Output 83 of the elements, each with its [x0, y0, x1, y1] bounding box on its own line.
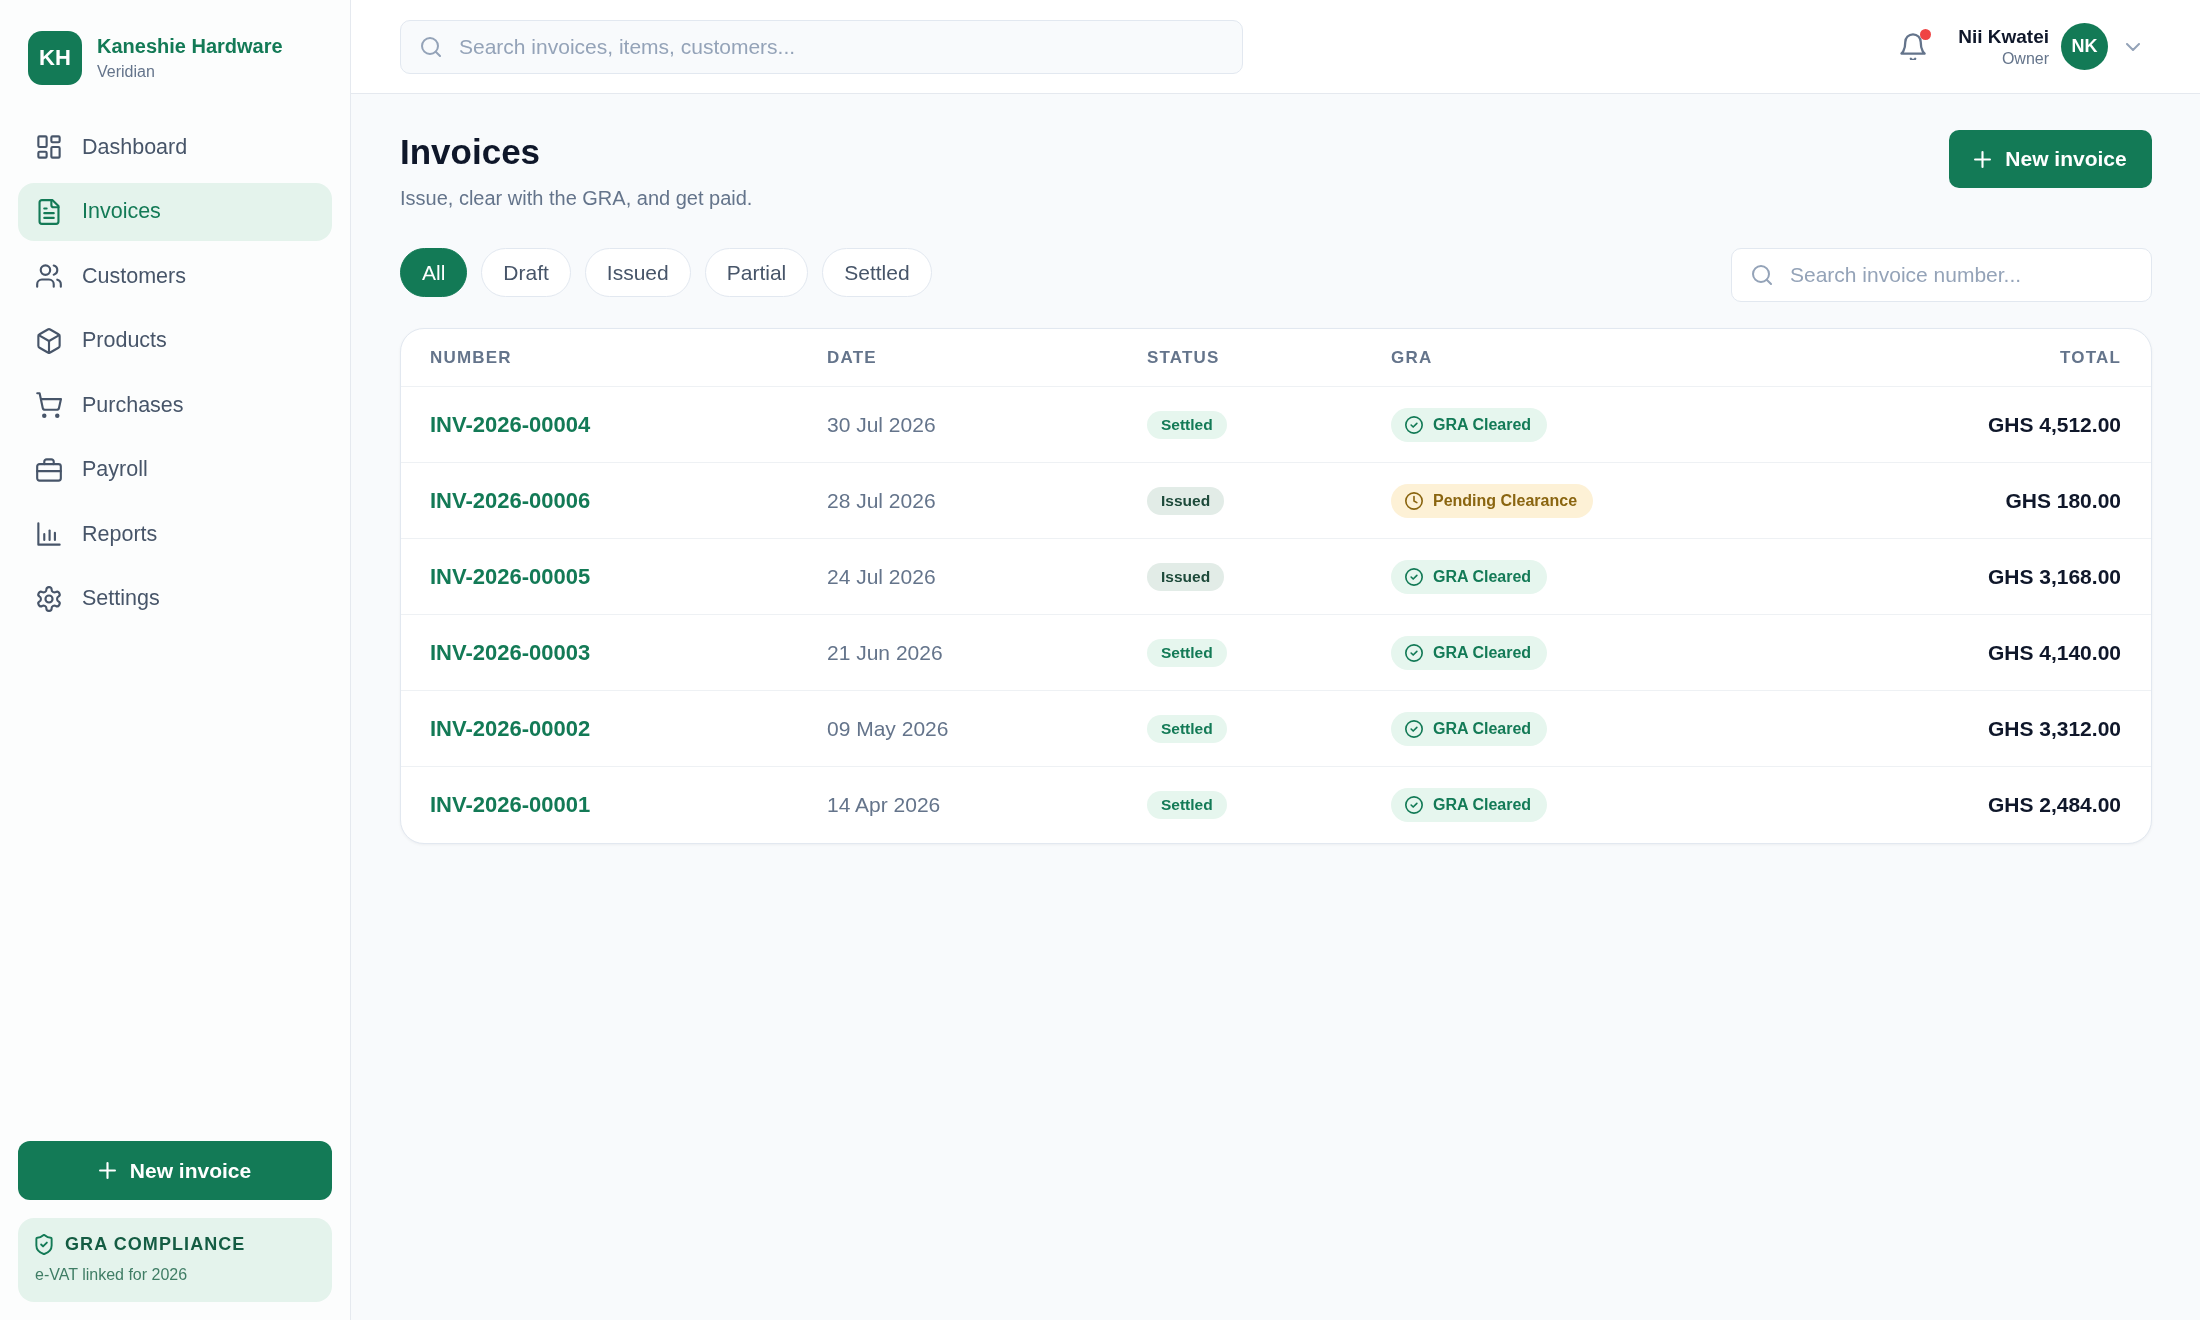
- brand-subtitle: Veridian: [97, 63, 155, 81]
- search-icon: [421, 36, 441, 57]
- check-circle-icon: [1405, 796, 1423, 814]
- status-badge: Settled: [1147, 410, 1227, 439]
- column-header: GRA: [1391, 347, 1433, 368]
- bar-chart-icon: [36, 521, 62, 547]
- check-circle-icon: [1405, 643, 1423, 662]
- status-badge: Issued: [1147, 562, 1225, 591]
- status-badge: Settled: [1147, 638, 1227, 667]
- new-invoice-button[interactable]: New invoice: [1949, 130, 2152, 188]
- column-header: DATE: [827, 347, 877, 368]
- nav-item[interactable]: Payroll: [18, 440, 332, 499]
- shield-check-icon: [35, 1234, 53, 1255]
- invoice-date: 28 Jul 2026: [827, 488, 936, 513]
- invoice-date: 09 May 2026: [827, 716, 949, 741]
- invoice-link[interactable]: INV-2026-00001: [430, 792, 591, 818]
- briefcase-icon: [36, 456, 62, 483]
- column-header: NUMBER: [430, 347, 512, 368]
- column-header: TOTAL: [2059, 347, 2121, 368]
- invoice-date: 30 Jul 2026: [827, 412, 936, 437]
- user-avatar[interactable]: NK: [2061, 23, 2108, 70]
- status-badge: Settled: [1147, 714, 1227, 743]
- compliance-title: GRA COMPLIANCE: [65, 1234, 246, 1255]
- gra-status-text: GRA Cleared: [1433, 415, 1532, 434]
- invoice-date: 24 Jul 2026: [827, 564, 936, 589]
- invoice-date: 21 Jun 2026: [827, 640, 943, 665]
- plus-icon: [98, 1162, 116, 1179]
- bell-icon[interactable]: [1900, 33, 1927, 60]
- filter-tab[interactable]: Issued: [584, 248, 691, 297]
- nav-item[interactable]: Reports: [18, 505, 332, 563]
- chevron-down-icon[interactable]: [2126, 42, 2140, 51]
- gra-status-text: Pending Clearance: [1433, 491, 1578, 510]
- document-icon: [36, 198, 62, 225]
- cart-icon: [36, 392, 62, 418]
- compliance-text: e-VAT linked for 2026: [35, 1266, 188, 1284]
- cube-icon: [36, 327, 62, 354]
- invoice-total: GHS 4,140.00: [1987, 640, 2121, 665]
- invoice-date: 14 Apr 2026: [827, 793, 941, 817]
- filter-tab[interactable]: Settled: [822, 248, 932, 297]
- status-badge: Settled: [1147, 791, 1227, 819]
- invoice-link[interactable]: INV-2026-00003: [430, 639, 591, 666]
- clock-icon: [1405, 491, 1423, 510]
- nav-item[interactable]: Purchases: [18, 376, 332, 434]
- nav-item[interactable]: Customers: [18, 247, 332, 305]
- brand-logo: KH: [28, 31, 82, 85]
- nav-item[interactable]: Dashboard: [18, 118, 332, 176]
- invoice-total: GHS 4,512.00: [1987, 412, 2121, 437]
- invoice-total: GHS 3,312.00: [1987, 716, 2121, 741]
- search-icon: [1752, 265, 1772, 285]
- settings-icon: [36, 585, 62, 612]
- check-circle-icon: [1405, 415, 1423, 434]
- gra-status-text: GRA Cleared: [1433, 796, 1532, 814]
- brand-name: Kaneshie Hardware: [97, 35, 283, 58]
- new-invoice-button[interactable]: New invoice: [18, 1141, 332, 1200]
- people-icon: [36, 263, 62, 289]
- invoice-link[interactable]: INV-2026-00006: [430, 487, 591, 514]
- user-name: Nii Kwatei: [1958, 25, 2049, 48]
- page-subtitle: Issue, clear with the GRA, and get paid.: [400, 186, 753, 211]
- search-field[interactable]: Search invoices, items, customers...: [400, 19, 1243, 74]
- gra-status-text: GRA Cleared: [1433, 719, 1532, 738]
- check-circle-icon: [1405, 567, 1423, 586]
- column-header: STATUS: [1147, 347, 1220, 368]
- invoice-link[interactable]: INV-2026-00002: [430, 715, 591, 742]
- nav-item[interactable]: Invoices: [18, 182, 332, 241]
- status-badge: Issued: [1147, 486, 1225, 515]
- invoice-total: GHS 3,168.00: [1987, 564, 2121, 589]
- plus-icon: [1974, 150, 1992, 168]
- check-circle-icon: [1405, 719, 1423, 738]
- nav-item[interactable]: Products: [18, 311, 332, 370]
- invoice-link[interactable]: INV-2026-00005: [430, 563, 591, 590]
- invoice-total: GHS 2,484.00: [1987, 793, 2121, 817]
- grid-icon: [36, 134, 62, 160]
- page-title: Invoices: [400, 131, 541, 173]
- invoice-link[interactable]: INV-2026-00004: [430, 411, 591, 438]
- filter-tab[interactable]: All: [400, 248, 468, 297]
- invoice-search-field[interactable]: Search invoice number...: [1731, 248, 2152, 302]
- filter-tab[interactable]: Draft: [481, 248, 571, 297]
- filter-tab[interactable]: Partial: [704, 248, 809, 297]
- user-role: Owner: [2001, 49, 2049, 68]
- nav-item[interactable]: Settings: [18, 569, 332, 628]
- gra-status-text: GRA Cleared: [1433, 643, 1532, 662]
- gra-status-text: GRA Cleared: [1433, 567, 1532, 586]
- invoice-total: GHS 180.00: [2005, 488, 2121, 513]
